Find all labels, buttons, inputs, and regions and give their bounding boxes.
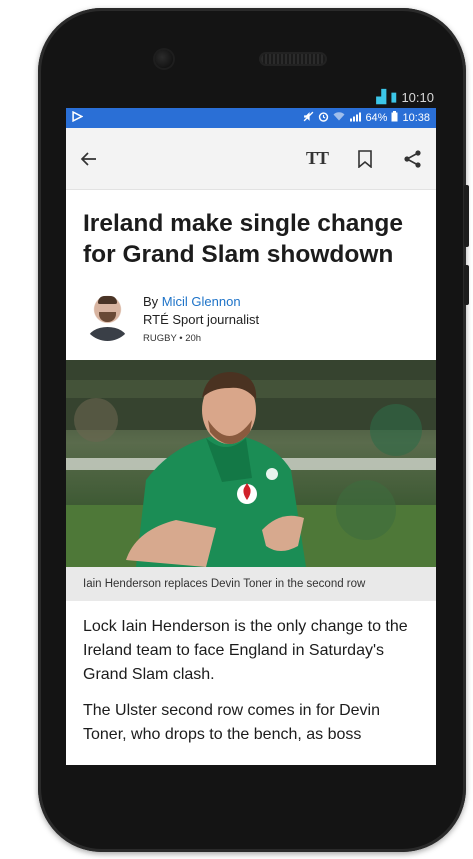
- wifi-icon: [333, 111, 345, 125]
- author-role: RTÉ Sport journalist: [143, 312, 260, 327]
- front-camera: [155, 50, 173, 68]
- app-screen: 64% 10:38 TT Ireland make single change …: [66, 108, 436, 765]
- share-icon[interactable]: [400, 146, 426, 172]
- article-headline: Ireland make single change for Grand Sla…: [83, 210, 403, 268]
- volume-button: [464, 185, 469, 247]
- byline-prefix: By: [143, 294, 162, 309]
- power-button: [464, 265, 469, 305]
- text-size-button[interactable]: TT: [304, 146, 330, 172]
- play-store-icon: [72, 110, 84, 125]
- mute-icon: [303, 111, 314, 125]
- article-meta: RUGBY • 20h: [143, 333, 202, 344]
- battery-icon: ▮: [390, 89, 398, 104]
- byline: By Micil Glennon RTÉ Sport journalist RU…: [66, 270, 436, 344]
- earpiece-speaker: [261, 54, 325, 64]
- outer-clock: 10:10: [401, 89, 434, 105]
- article-paragraph: The Ulster second row comes in for Devin…: [83, 702, 380, 743]
- article-photo: [66, 360, 436, 567]
- text-size-icon: TT: [305, 148, 329, 168]
- article-toolbar: TT: [66, 128, 436, 190]
- outer-status-bar: ▟ ▮ 10:10: [66, 86, 438, 108]
- alarm-icon: [318, 111, 329, 125]
- battery-icon: [391, 111, 398, 125]
- back-arrow-icon[interactable]: [76, 146, 102, 172]
- status-clock: 10:38: [402, 112, 430, 124]
- signal-icon: ▟: [376, 89, 387, 104]
- status-bar: 64% 10:38: [66, 108, 436, 128]
- author-avatar[interactable]: [82, 290, 133, 341]
- photo-caption: Iain Henderson replaces Devin Toner in t…: [66, 567, 436, 601]
- byline-line: By Micil Glennon: [143, 294, 259, 309]
- battery-percent: 64%: [365, 112, 388, 124]
- article-body: Lock Iain Henderson is the only change t…: [66, 601, 436, 747]
- author-link[interactable]: Micil Glennon: [162, 294, 241, 309]
- bookmark-icon[interactable]: [352, 146, 378, 172]
- article-paragraph: Lock Iain Henderson is the only change t…: [83, 618, 408, 683]
- cell-signal-icon: [349, 111, 362, 125]
